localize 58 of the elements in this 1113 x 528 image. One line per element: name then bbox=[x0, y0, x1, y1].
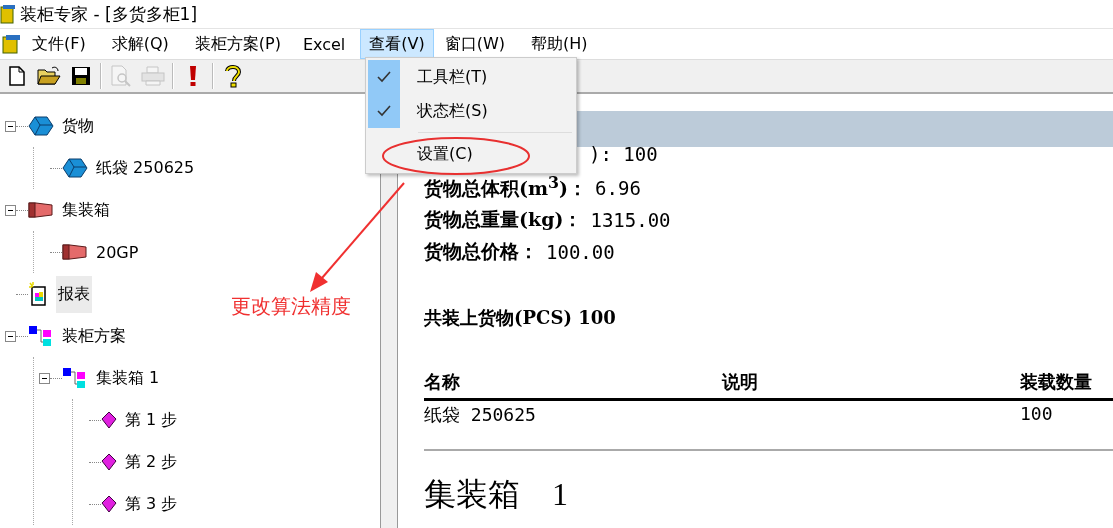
tree-item[interactable]: 装柜方案 bbox=[60, 317, 128, 355]
tree-item[interactable]: 报表 bbox=[56, 275, 92, 313]
check-icon bbox=[377, 71, 391, 83]
menu-item[interactable]: 查看(V) bbox=[360, 29, 434, 59]
table-cell: 纸袋 250625 bbox=[424, 404, 536, 425]
save-icon[interactable] bbox=[71, 66, 91, 86]
column-header: 装载数量 bbox=[1020, 371, 1092, 392]
tree-item[interactable]: 20GP bbox=[94, 234, 141, 270]
tree-item[interactable]: 集装箱 1 bbox=[94, 359, 162, 397]
new-file-icon[interactable] bbox=[9, 66, 25, 86]
menu-option[interactable]: 状态栏(S) bbox=[417, 100, 488, 122]
column-header: 名称 bbox=[424, 371, 460, 392]
app-icon bbox=[0, 4, 16, 24]
annotation-text: 更改算法精度 bbox=[231, 294, 351, 319]
menu-option[interactable]: 设置(C) bbox=[417, 143, 473, 165]
plan-icon bbox=[28, 325, 54, 347]
cube-icon bbox=[62, 158, 88, 178]
stat-value: 1315.00 bbox=[590, 209, 671, 231]
menu-item[interactable]: 装柜方案(P) bbox=[185, 29, 290, 59]
tree-item[interactable]: 集装箱 bbox=[60, 191, 112, 229]
stat-label: 货物总体积(m$^{3}$)： bbox=[424, 173, 588, 202]
stat-label: 货物总重量(kg)： bbox=[424, 207, 583, 232]
stat-value: 100.00 bbox=[546, 241, 615, 263]
container-icon bbox=[28, 200, 54, 220]
menu-item[interactable]: 求解(Q) bbox=[102, 29, 178, 59]
column-header: 说明 bbox=[722, 371, 758, 392]
window-title: 装柜专家 - [多货多柜1] bbox=[20, 2, 198, 26]
tree-item[interactable]: 货物 bbox=[60, 107, 96, 145]
menu-item[interactable]: 帮助(H) bbox=[522, 29, 597, 59]
exclamation-icon[interactable] bbox=[189, 65, 197, 87]
loaded-total: 共装上货物(PCS) 100 bbox=[424, 307, 616, 328]
diamond-icon bbox=[101, 453, 117, 471]
plan-icon bbox=[62, 367, 88, 389]
question-mark-icon[interactable] bbox=[225, 64, 241, 88]
cube-icon bbox=[28, 116, 54, 136]
tree-item[interactable]: 第 2 步 bbox=[123, 443, 180, 481]
tree-item[interactable]: 第 1 步 bbox=[123, 401, 180, 439]
collapse-toggle[interactable] bbox=[5, 330, 16, 342]
menu-item[interactable]: 窗口(W) bbox=[435, 29, 515, 59]
menu-item[interactable]: 文件(F) bbox=[23, 29, 95, 59]
diamond-icon bbox=[101, 495, 117, 513]
section-title: 集装箱 1 bbox=[424, 476, 568, 512]
container-icon bbox=[62, 242, 88, 262]
menu-option[interactable]: 工具栏(T) bbox=[417, 66, 488, 88]
tree-item[interactable]: 纸袋 250625 bbox=[94, 149, 197, 187]
stat-value: 6.96 bbox=[595, 177, 641, 199]
stat-label: 货物总价格： bbox=[424, 239, 538, 264]
open-folder-icon[interactable] bbox=[37, 66, 61, 86]
collapse-toggle[interactable] bbox=[5, 204, 16, 216]
document-icon[interactable] bbox=[1, 33, 23, 55]
diamond-icon bbox=[101, 411, 117, 429]
collapse-toggle[interactable] bbox=[5, 120, 16, 132]
table-cell: 100 bbox=[1020, 403, 1053, 424]
report-line: ): 100 bbox=[589, 143, 658, 165]
tree-item[interactable]: 第 3 步 bbox=[123, 485, 180, 523]
menu-item[interactable]: Excel bbox=[293, 29, 355, 59]
check-icon bbox=[377, 105, 391, 117]
collapse-toggle[interactable] bbox=[39, 372, 50, 384]
